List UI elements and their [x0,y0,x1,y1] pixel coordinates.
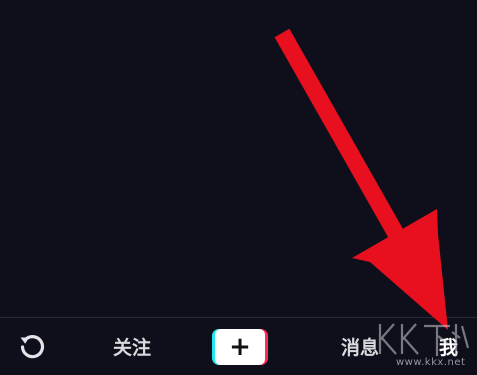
create-video-button[interactable]: + [204,318,276,375]
video-feed-area[interactable] [0,0,477,317]
app-screen: 关注 + 消息 我 www.kkx.net [0,0,477,375]
refresh-button[interactable] [0,318,64,375]
tab-follow-label: 关注 [112,337,151,359]
refresh-icon [17,332,47,362]
tab-follow[interactable]: 关注 [96,318,168,375]
tab-messages-label: 消息 [340,337,379,359]
create-button-face: + [215,328,265,365]
plus-icon: + [229,331,251,362]
watermark-url: www.kkx.net [396,357,466,368]
create-button-shape: + [212,328,268,365]
tab-me-label: 我 [438,337,458,359]
tab-messages[interactable]: 消息 [320,318,400,375]
